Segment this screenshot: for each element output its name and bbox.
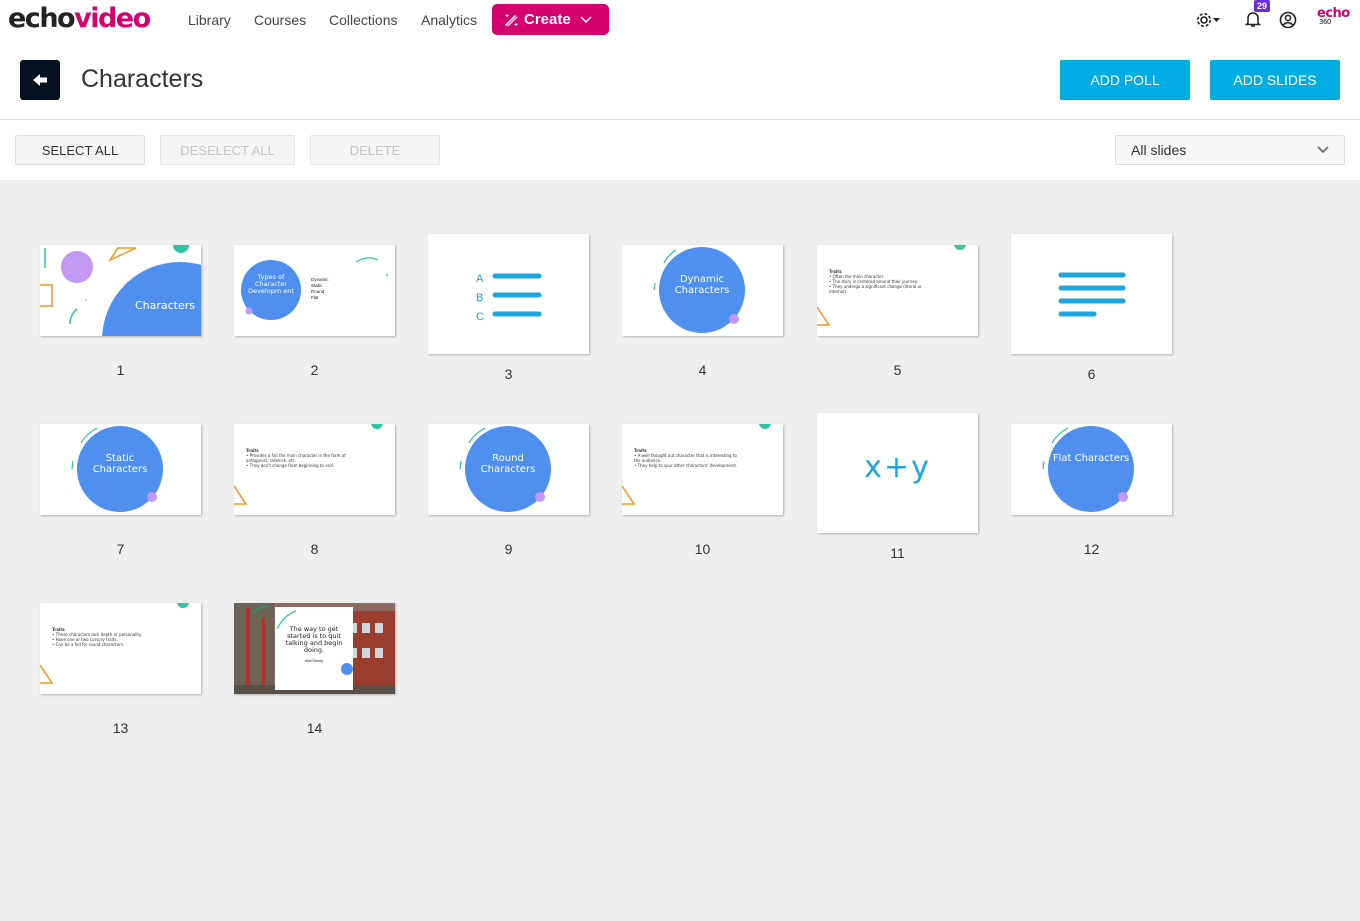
slide-thumbnail[interactable]: Static Characters <box>40 424 201 515</box>
traits-bullet: • A well thought out character that is i… <box>634 453 737 463</box>
logo-video-text: video <box>74 3 151 34</box>
slide-title: Dynamic Characters <box>674 274 730 296</box>
slide-traits-text: Traits • Often the main character. • The… <box>829 269 939 294</box>
nav-analytics[interactable]: Analytics <box>421 12 477 28</box>
traits-bullet: • They don't change from beginning to en… <box>246 463 335 468</box>
arrow-left-icon <box>33 74 47 86</box>
slide-thumbnail[interactable]: The way to get started is to quit talkin… <box>234 603 395 694</box>
slide-traits-text: Traits • These characters lack depth or … <box>52 627 162 647</box>
slide-number: 12 <box>1083 541 1100 557</box>
slide-number: 13 <box>112 720 129 736</box>
slide-decoration-shapes <box>40 603 189 684</box>
slide-thumbnail[interactable]: Dynamic Characters <box>622 245 783 336</box>
slide-decoration-shapes <box>622 424 771 505</box>
slide-traits-text: Traits • A well thought out character th… <box>634 448 744 468</box>
slide-number: 14 <box>306 720 323 736</box>
notification-badge: 29 <box>1254 0 1271 12</box>
slide-number: 3 <box>504 366 513 382</box>
slide-number: 11 <box>890 545 905 561</box>
page-header: Characters ADD POLL ADD SLIDES <box>0 40 1360 120</box>
logo-echo-text: echo <box>8 3 76 34</box>
traits-bullet: • They undergo a significant change (lit… <box>829 284 922 294</box>
slide-decoration-shapes <box>234 424 383 505</box>
select-all-button[interactable]: SELECT ALL <box>15 135 145 165</box>
poll-thumbnail[interactable]: x+y <box>817 413 978 533</box>
page-title: Characters <box>81 65 204 93</box>
settings-gear-icon[interactable] <box>1196 11 1226 29</box>
selection-toolbar: SELECT ALL DESELECT ALL DELETE All slide… <box>0 120 1360 180</box>
quote-text: The way to get started is to quit talkin… <box>285 625 343 654</box>
echovideo-logo[interactable]: echovideo <box>8 2 151 36</box>
slide-decoration-shapes <box>40 245 201 336</box>
echo360-logo[interactable]: echo 360 <box>1317 7 1350 26</box>
numeric-poll-label: x+y <box>864 450 931 485</box>
slide-thumbnail[interactable]: Traits • Often the main character. • The… <box>817 245 978 336</box>
chevron-down-icon <box>1317 146 1329 154</box>
slide-number: 4 <box>698 362 707 378</box>
back-button[interactable] <box>20 60 60 100</box>
slide-list-item: Flat <box>311 295 319 300</box>
slide-thumbnail[interactable]: Characters <box>40 245 201 336</box>
slide-number: 8 <box>310 541 319 557</box>
delete-button[interactable]: DELETE <box>310 135 440 165</box>
slide-number: 10 <box>694 541 711 557</box>
poll-thumbnail[interactable]: A B C <box>428 234 589 354</box>
slide-list: Dynamic Static Round Flat <box>311 277 329 301</box>
slide-traits-text: Traits • Provides a foil the main charac… <box>246 448 356 468</box>
traits-bullet: • They help to spur other characters' de… <box>634 463 738 468</box>
slide-number: 7 <box>116 541 125 557</box>
poll-options: A B C <box>476 270 484 327</box>
slide-title: Flat Characters <box>1052 453 1130 464</box>
slide-title: Round Characters <box>480 453 536 475</box>
slide-thumbnail[interactable]: Flat Characters <box>1011 424 1172 515</box>
add-slides-button[interactable]: ADD SLIDES <box>1210 60 1340 100</box>
slide-number: 6 <box>1087 366 1096 382</box>
quote-author: Walt Disney <box>304 659 324 663</box>
slide-title: Characters <box>134 299 196 312</box>
traits-bullet: • Can be a foil for round characters. <box>52 642 125 647</box>
slide-circle-text: Types of Character Developm ent <box>248 273 294 295</box>
deselect-all-button[interactable]: DESELECT ALL <box>160 135 295 165</box>
user-account-icon[interactable] <box>1279 11 1297 29</box>
slide-filter-value: All slides <box>1131 142 1187 158</box>
traits-bullet: • Provides a foil the main character in … <box>246 453 346 463</box>
top-navigation: echovideo Library Courses Collections An… <box>0 0 1360 40</box>
slide-number: 5 <box>893 362 902 378</box>
slide-thumbnail[interactable]: Types of Character Developm ent Dynamic … <box>234 245 395 336</box>
slide-decoration-shapes <box>1042 426 1134 512</box>
slide-thumbnail[interactable]: Traits • A well thought out character th… <box>622 424 783 515</box>
poll-option-label: C <box>476 311 484 323</box>
poll-thumbnail[interactable] <box>1011 234 1172 354</box>
slide-title: Static Characters <box>92 453 148 475</box>
magic-wand-icon <box>505 13 518 27</box>
slide-number: 9 <box>504 541 513 557</box>
short-answer-icon <box>1058 272 1126 317</box>
add-poll-button[interactable]: ADD POLL <box>1060 60 1190 100</box>
nav-courses[interactable]: Courses <box>254 12 306 28</box>
create-label: Create <box>524 11 571 28</box>
slides-grid: Characters 1 Types of Character Developm… <box>0 180 1360 921</box>
multiple-choice-icon <box>492 273 542 317</box>
create-button[interactable]: Create <box>492 4 609 35</box>
chevron-down-icon <box>580 15 592 23</box>
slide-thumbnail[interactable]: Traits • These characters lack depth or … <box>40 603 201 694</box>
slide-thumbnail[interactable]: Round Characters <box>428 424 589 515</box>
poll-option-label: A <box>476 273 484 285</box>
slide-number: 1 <box>116 362 125 378</box>
slide-thumbnail[interactable]: Traits • Provides a foil the main charac… <box>234 424 395 515</box>
nav-library[interactable]: Library <box>188 12 231 28</box>
poll-option-label: B <box>476 292 484 304</box>
slide-filter-select[interactable]: All slides <box>1115 135 1345 165</box>
nav-collections[interactable]: Collections <box>329 12 397 28</box>
bell-icon[interactable] <box>1245 10 1261 28</box>
slide-number: 2 <box>310 362 319 378</box>
